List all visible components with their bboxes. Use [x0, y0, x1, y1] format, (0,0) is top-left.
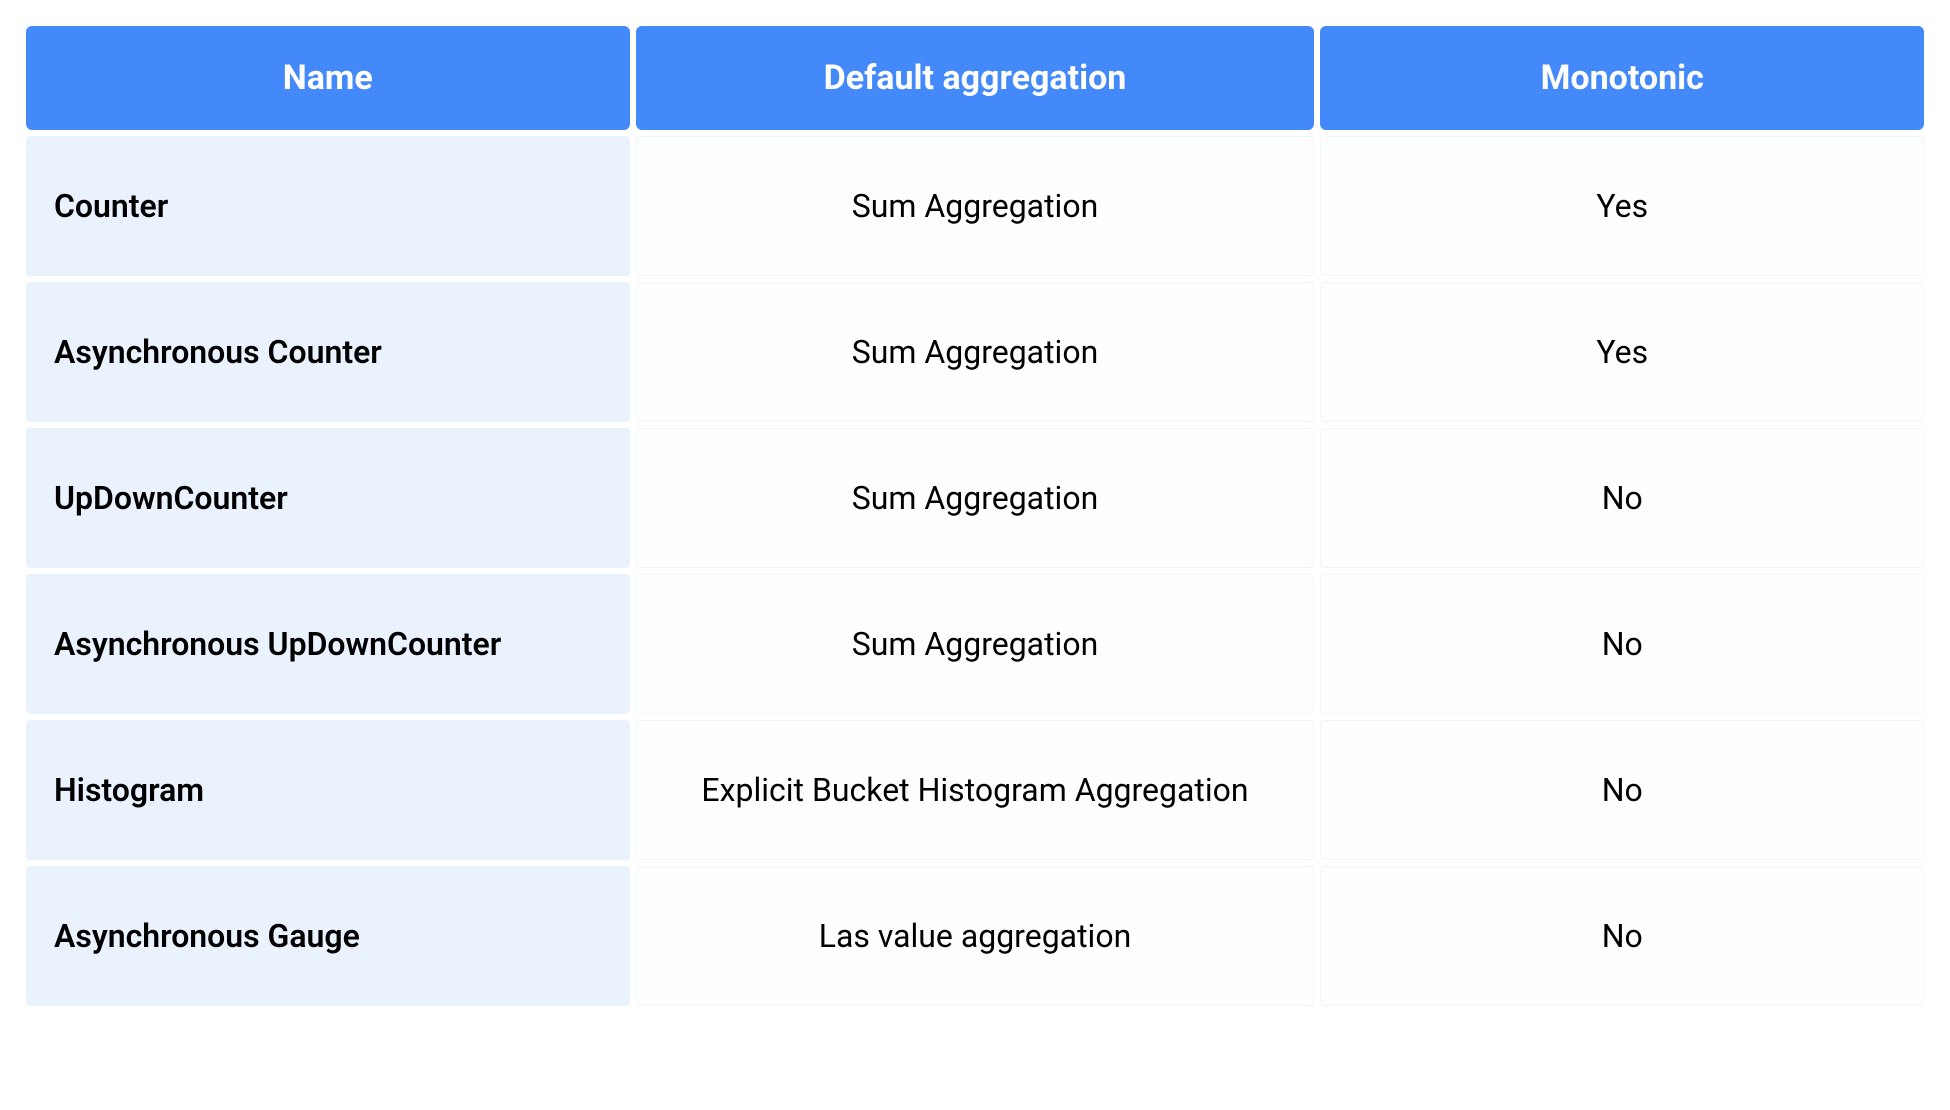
table-row: Counter Sum Aggregation Yes [26, 136, 1924, 276]
cell-name: Histogram [26, 720, 630, 860]
table-row: UpDownCounter Sum Aggregation No [26, 428, 1924, 568]
cell-default-aggregation: Sum Aggregation [636, 282, 1315, 422]
table-row: Histogram Explicit Bucket Histogram Aggr… [26, 720, 1924, 860]
table-header-row: Name Default aggregation Monotonic [26, 26, 1924, 130]
cell-default-aggregation: Sum Aggregation [636, 428, 1315, 568]
cell-default-aggregation: Explicit Bucket Histogram Aggregation [636, 720, 1315, 860]
table-row: Asynchronous Gauge Las value aggregation… [26, 866, 1924, 1006]
cell-name: Asynchronous Gauge [26, 866, 630, 1006]
cell-name: Counter [26, 136, 630, 276]
cell-default-aggregation: Sum Aggregation [636, 574, 1315, 714]
cell-monotonic: No [1320, 574, 1924, 714]
cell-default-aggregation: Sum Aggregation [636, 136, 1315, 276]
cell-name: Asynchronous Counter [26, 282, 630, 422]
metrics-table: Name Default aggregation Monotonic Count… [20, 20, 1930, 1012]
cell-monotonic: Yes [1320, 136, 1924, 276]
table-row: Asynchronous Counter Sum Aggregation Yes [26, 282, 1924, 422]
cell-default-aggregation: Las value aggregation [636, 866, 1315, 1006]
cell-monotonic: No [1320, 720, 1924, 860]
cell-monotonic: Yes [1320, 282, 1924, 422]
header-monotonic: Monotonic [1320, 26, 1924, 130]
metrics-table-container: Name Default aggregation Monotonic Count… [20, 20, 1930, 1012]
cell-name: Asynchronous UpDownCounter [26, 574, 630, 714]
header-default-aggregation: Default aggregation [636, 26, 1315, 130]
cell-monotonic: No [1320, 866, 1924, 1006]
cell-name: UpDownCounter [26, 428, 630, 568]
table-row: Asynchronous UpDownCounter Sum Aggregati… [26, 574, 1924, 714]
header-name: Name [26, 26, 630, 130]
cell-monotonic: No [1320, 428, 1924, 568]
